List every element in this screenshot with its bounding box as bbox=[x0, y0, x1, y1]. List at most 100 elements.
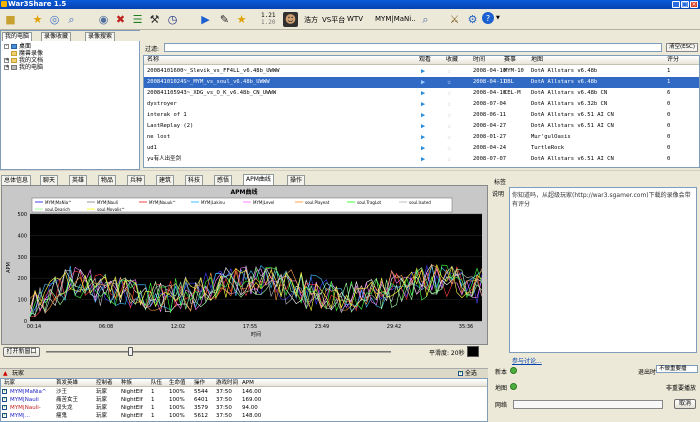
detail-tab[interactable]: 感悟 bbox=[214, 175, 233, 185]
replay-row[interactable]: ne lost ▶ ☆ 2008-01-27 Mur'gulOasis 0 bbox=[144, 132, 699, 143]
replay-row[interactable]: 200841105943~_XDG_vs_O_K_v6.48b_CN_UWWW ▶… bbox=[144, 88, 699, 99]
play-icon[interactable]: ▶ bbox=[198, 12, 213, 27]
replay-row[interactable]: 20084101024S~_MYM_vs_soul_v6.48b_UWWW ▶ ☆ 2… bbox=[144, 77, 699, 88]
folder-icon[interactable]: ■ bbox=[3, 12, 18, 27]
tree-item-my-computer[interactable]: + 我的电脑 bbox=[4, 64, 43, 71]
favorite-star-icon[interactable]: ☆ bbox=[447, 143, 451, 154]
detail-tab[interactable]: APM曲线 bbox=[243, 174, 274, 185]
tree-item-my-documents[interactable]: + 我的文档 bbox=[4, 57, 43, 64]
player-checkbox[interactable]: ✓ bbox=[2, 389, 7, 394]
detail-tab[interactable]: 科技 bbox=[185, 175, 204, 185]
magnifier-icon[interactable]: ⌕ bbox=[64, 12, 79, 27]
clock-icon[interactable]: ◷ bbox=[165, 12, 180, 27]
col-watch[interactable]: 观看 bbox=[419, 56, 431, 64]
replay-row[interactable]: dystroyer ▶ ☆ 2008-07-04 DotA Allstars v6.32… bbox=[144, 99, 699, 110]
collapse-icon[interactable]: - bbox=[4, 44, 9, 49]
list-icon[interactable]: ☰ bbox=[130, 12, 145, 27]
tree-item-desktop[interactable]: - 桌面 bbox=[4, 43, 43, 50]
tab-my-computer[interactable]: 我的电脑 bbox=[2, 32, 33, 41]
player-col-header[interactable]: 控制者 bbox=[96, 379, 113, 387]
tools-icon[interactable]: ⚒ bbox=[147, 12, 162, 27]
player-filter[interactable]: MYM|MaNi.. bbox=[375, 15, 416, 23]
favorite-star-icon[interactable]: ☆ bbox=[447, 121, 451, 132]
detail-tab[interactable]: 物品 bbox=[98, 175, 117, 185]
platform-filter-1[interactable]: 浩方 bbox=[304, 15, 318, 25]
help-dropdown-icon[interactable]: ▼ bbox=[496, 15, 500, 21]
play-icon[interactable]: ▶ bbox=[421, 110, 425, 121]
timeline-slider[interactable] bbox=[46, 351, 391, 353]
favorite-star-icon[interactable]: ☆ bbox=[447, 154, 451, 165]
col-favorite[interactable]: 收藏 bbox=[446, 56, 458, 64]
edit-icon[interactable]: ✎ bbox=[217, 12, 232, 27]
detail-tab[interactable]: 建筑 bbox=[156, 175, 175, 185]
play-icon[interactable]: ▶ bbox=[421, 77, 425, 88]
expand-icon[interactable]: + bbox=[4, 65, 9, 70]
expand-icon[interactable]: + bbox=[4, 58, 9, 63]
favorite-star-icon[interactable]: ☆ bbox=[447, 66, 451, 77]
cancel-icon[interactable]: ✖ bbox=[113, 12, 128, 27]
col-event[interactable]: 赛事 bbox=[504, 56, 516, 64]
player-col-header[interactable]: 种族 bbox=[121, 379, 132, 387]
favorite-star-icon[interactable]: ★ bbox=[30, 12, 45, 27]
player-col-header[interactable]: 队伍 bbox=[151, 379, 162, 387]
filter-input[interactable] bbox=[164, 43, 662, 52]
gear-icon[interactable]: ⚙ bbox=[465, 12, 480, 27]
play-icon[interactable]: ▶ bbox=[421, 154, 425, 165]
detail-tab[interactable]: 聊天 bbox=[40, 175, 59, 185]
player-row[interactable]: ✓ MYM|Nauli 痛苦女王 玩家 NightElf 1 100% 6401 37:50 16… bbox=[1, 396, 487, 404]
platform-filter-3[interactable]: WTV bbox=[347, 15, 363, 23]
discuss-link[interactable]: 参与讨论... bbox=[512, 356, 542, 365]
play-icon[interactable]: ▶ bbox=[421, 88, 425, 99]
play-icon[interactable]: ▶ bbox=[421, 143, 425, 154]
player-search-icon[interactable]: ⌕ bbox=[418, 12, 433, 27]
background-color-swatch[interactable] bbox=[467, 346, 479, 357]
replay-row[interactable]: yu有人出圣剑 ▶ ☆ 2008-07-07 DotA Allstars v6.51 A… bbox=[144, 154, 699, 165]
favorite-star-icon[interactable]: ☆ bbox=[447, 99, 451, 110]
replay-row[interactable]: LastReplay (2) ▶ ☆ 2008-04-27 DotA Allstars … bbox=[144, 121, 699, 132]
platform-filter-2[interactable]: VS平台 bbox=[322, 15, 345, 25]
timeline-slider-thumb[interactable] bbox=[128, 347, 133, 356]
replay-row[interactable]: interak of 1 ▶ ☆ 2008-06-11 DotA Allstars v6… bbox=[144, 110, 699, 121]
player-col-header[interactable]: 玩家 bbox=[4, 379, 15, 387]
detail-tab[interactable]: 操作 bbox=[287, 175, 306, 185]
player-checkbox[interactable]: ✓ bbox=[2, 413, 7, 418]
minimize-button[interactable]: _ bbox=[672, 1, 680, 8]
player-col-header[interactable]: 首发英雄 bbox=[56, 379, 78, 387]
col-rating[interactable]: 评分 bbox=[667, 56, 679, 64]
play-icon[interactable]: ▶ bbox=[421, 121, 425, 132]
player-row[interactable]: ✓ MYM|Nauli- 双头龙 玩家 NightElf 1 100% 3579 37:50 94… bbox=[1, 404, 487, 412]
favorite-star-icon[interactable]: ☆ bbox=[447, 132, 451, 143]
warcraft-icon[interactable]: ⚔ bbox=[447, 12, 462, 27]
cancel-button[interactable]: 取消 bbox=[674, 399, 696, 409]
tab-replay-favorites[interactable]: 录像收藏 bbox=[41, 32, 72, 41]
detail-tab[interactable]: 总体信息 bbox=[1, 175, 32, 185]
open-new-window-button[interactable]: 打开新窗口 bbox=[3, 347, 40, 357]
favorite-star-icon[interactable]: ☆ bbox=[447, 77, 451, 88]
player-row[interactable]: ✓ MYM|MaNia^ 沙王 玩家 NightElf 1 100% 5544 37:50 146… bbox=[1, 388, 487, 396]
replay-row[interactable]: ud1 ▶ ☆ 2008-04-24 TurtleRock 0 bbox=[144, 143, 699, 154]
play-icon[interactable]: ▶ bbox=[421, 132, 425, 143]
hero-portrait-icon[interactable]: ☻ bbox=[283, 12, 298, 27]
play-icon[interactable]: ▶ bbox=[421, 99, 425, 110]
detail-tab[interactable]: 兵种 bbox=[127, 175, 146, 185]
search-icon[interactable]: ◎ bbox=[47, 12, 62, 27]
star-icon[interactable]: ★ bbox=[234, 12, 249, 27]
map-icon[interactable]: ◉ bbox=[96, 12, 111, 27]
splitter[interactable] bbox=[0, 170, 700, 173]
replay-row[interactable]: 20084101600~_Slevik_vs_FF4LL_v6.48b_UWWW… bbox=[144, 66, 699, 77]
player-checkbox[interactable]: ✓ bbox=[2, 397, 7, 402]
col-name[interactable]: 名称 bbox=[147, 56, 159, 64]
favorite-star-icon[interactable]: ☆ bbox=[447, 88, 451, 99]
close-button[interactable]: × bbox=[690, 1, 698, 8]
description-box[interactable]: 你知道吗，从超级玩家(http://war3.sgamer.com)下载的录像会… bbox=[509, 187, 697, 353]
quit-option-select[interactable]: 不做重要播 bbox=[656, 365, 698, 373]
player-row[interactable]: ✓ MYM|... 瘦鬼 玩家 NightElf 1 100% 5612 37:50 148.00 bbox=[1, 412, 487, 420]
play-icon[interactable]: ▶ bbox=[421, 66, 425, 77]
favorite-star-icon[interactable]: ☆ bbox=[447, 110, 451, 121]
player-col-header[interactable]: 游戏时间 bbox=[216, 379, 238, 387]
col-map[interactable]: 地图 bbox=[531, 56, 543, 64]
col-time[interactable]: 时间 bbox=[473, 56, 485, 64]
tree-item-war3-replays[interactable]: 魔兽录像 bbox=[4, 50, 43, 57]
player-col-header[interactable]: APM bbox=[242, 379, 254, 387]
player-col-header[interactable]: 操作 bbox=[194, 379, 205, 387]
